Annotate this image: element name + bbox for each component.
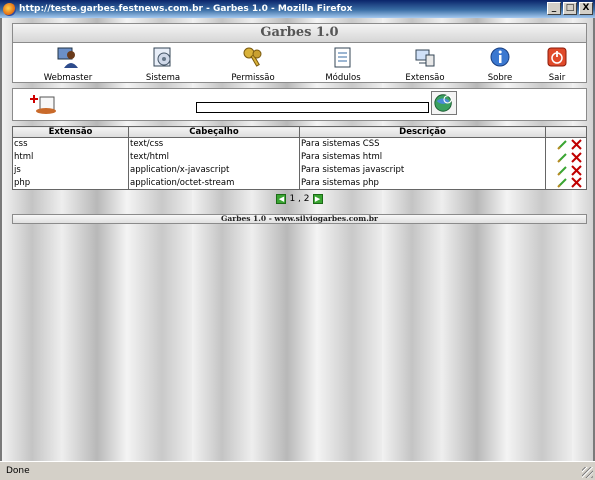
menu-item-sistema[interactable]: Sistema bbox=[143, 46, 183, 83]
table-header-row: Extensão Cabeçalho Descrição bbox=[12, 126, 587, 138]
resize-grip[interactable] bbox=[582, 467, 593, 478]
browser-viewport: Garbes 1.0 Webmaster Sistema Permissão M… bbox=[0, 18, 595, 461]
cell-actions bbox=[545, 137, 587, 151]
cell-extension: html bbox=[12, 150, 129, 164]
edit-icon[interactable] bbox=[557, 177, 568, 188]
power-icon bbox=[547, 47, 567, 67]
maximize-button[interactable]: □ bbox=[563, 2, 577, 15]
table-row: css text/css Para sistemas CSS bbox=[12, 137, 587, 151]
close-button[interactable]: X bbox=[579, 2, 593, 15]
search-globe-icon bbox=[434, 94, 452, 112]
delete-icon[interactable] bbox=[571, 151, 582, 163]
search-button[interactable] bbox=[431, 91, 457, 115]
cell-description: Para sistemas php bbox=[299, 176, 546, 190]
extensions-table: Extensão Cabeçalho Descrição css text/cs… bbox=[12, 126, 587, 190]
cell-extension: css bbox=[12, 137, 129, 151]
menu-label: Módulos bbox=[325, 73, 361, 83]
menu-label: Sobre bbox=[487, 73, 513, 83]
menu-label: Extensão bbox=[405, 73, 445, 83]
cell-header: text/html bbox=[128, 150, 300, 164]
app-container: Garbes 1.0 Webmaster Sistema Permissão M… bbox=[12, 23, 587, 224]
add-record-icon[interactable] bbox=[28, 91, 58, 115]
webmaster-icon bbox=[57, 47, 78, 68]
table-row: php application/octet-stream Para sistem… bbox=[12, 176, 587, 190]
cell-actions bbox=[545, 176, 587, 190]
delete-icon[interactable] bbox=[571, 164, 582, 176]
cell-extension: php bbox=[12, 176, 129, 190]
column-header-actions bbox=[545, 126, 587, 138]
window-title: http://teste.garbes.festnews.com.br - Ga… bbox=[19, 4, 353, 14]
menu-item-extensao[interactable]: Extensão bbox=[403, 46, 447, 83]
column-header[interactable]: Descrição bbox=[299, 126, 546, 138]
app-footer: Garbes 1.0 - www.silviogarbes.com.br bbox=[12, 214, 587, 224]
column-header[interactable]: Extensão bbox=[12, 126, 129, 138]
search-panel bbox=[12, 88, 587, 121]
menu-item-webmaster[interactable]: Webmaster bbox=[43, 46, 93, 83]
window-title-bar: http://teste.garbes.festnews.com.br - Ga… bbox=[0, 0, 595, 18]
system-icon bbox=[153, 47, 171, 67]
extension-icon bbox=[415, 49, 435, 67]
cell-actions bbox=[545, 150, 587, 164]
edit-icon[interactable] bbox=[557, 139, 568, 150]
info-icon bbox=[490, 47, 510, 67]
cell-header: text/css bbox=[128, 137, 300, 151]
cell-header: application/x-javascript bbox=[128, 163, 300, 177]
status-text: Done bbox=[6, 466, 30, 476]
page-numbers[interactable]: 1 , 2 bbox=[289, 194, 309, 204]
edit-icon[interactable] bbox=[557, 152, 568, 163]
cell-header: application/octet-stream bbox=[128, 176, 300, 190]
menu-label: Sistema bbox=[145, 73, 181, 83]
menu-label: Sair bbox=[548, 73, 566, 83]
delete-icon[interactable] bbox=[571, 139, 582, 150]
modules-icon bbox=[334, 47, 351, 68]
minimize-button[interactable]: _ bbox=[547, 2, 561, 15]
cell-description: Para sistemas html bbox=[299, 150, 546, 164]
prev-page-icon[interactable]: ◀ bbox=[276, 194, 287, 204]
pagination: ◀ 1 , 2 ▶ bbox=[12, 192, 587, 206]
delete-icon[interactable] bbox=[571, 177, 582, 188]
table-row: html text/html Para sistemas html bbox=[12, 150, 587, 164]
menu-label: Webmaster bbox=[43, 73, 93, 83]
menu-item-sair[interactable]: Sair bbox=[545, 46, 569, 83]
menu-item-permissao[interactable]: Permissão bbox=[228, 46, 278, 83]
keys-icon bbox=[243, 47, 262, 67]
cell-description: Para sistemas javascript bbox=[299, 163, 546, 177]
menu-item-sobre[interactable]: Sobre bbox=[485, 46, 515, 83]
search-input[interactable] bbox=[196, 102, 429, 113]
menu-item-modulos[interactable]: Módulos bbox=[323, 46, 363, 83]
status-bar: Done bbox=[0, 461, 595, 480]
cell-actions bbox=[545, 163, 587, 177]
column-header[interactable]: Cabeçalho bbox=[128, 126, 300, 138]
app-title: Garbes 1.0 bbox=[12, 23, 587, 43]
cell-extension: js bbox=[12, 163, 129, 177]
cell-description: Para sistemas CSS bbox=[299, 137, 546, 151]
next-page-icon[interactable]: ▶ bbox=[312, 194, 323, 204]
edit-icon[interactable] bbox=[557, 165, 568, 176]
menu-label: Permissão bbox=[231, 73, 275, 83]
main-menu: Webmaster Sistema Permissão Módulos Exte… bbox=[12, 43, 587, 83]
firefox-icon bbox=[3, 2, 16, 16]
table-row: js application/x-javascript Para sistema… bbox=[12, 163, 587, 177]
